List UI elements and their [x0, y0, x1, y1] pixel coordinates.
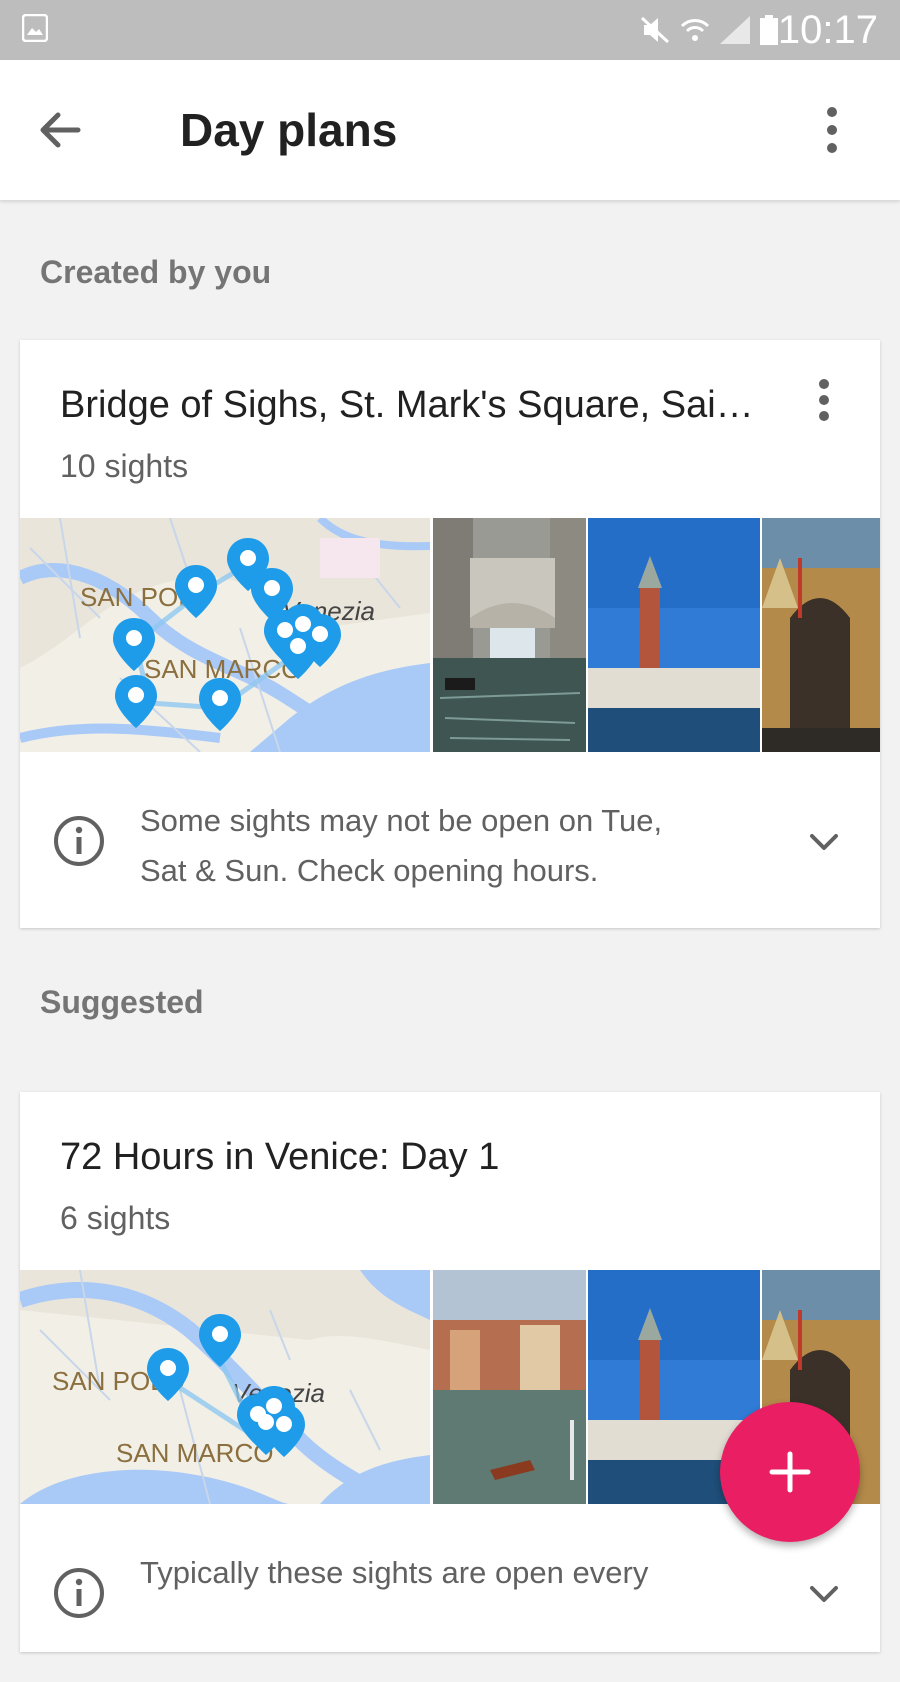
wifi-icon — [680, 19, 710, 41]
photo-basilica — [762, 518, 880, 752]
opening-hours-text: Some sights may not be open on Tue, Sat … — [140, 796, 740, 896]
add-plan-button[interactable] — [720, 1402, 860, 1542]
info-line-2: Sat & Sun. Check opening hours. — [140, 853, 599, 888]
more-vert-icon[interactable] — [804, 102, 860, 158]
plan-sight-count: 10 sights — [60, 448, 189, 484]
plan-strip-graphics: SAN POLO SAN MARCO Venezia — [20, 518, 880, 752]
info-line-1: Some sights may not be open on Tue, — [140, 803, 663, 838]
chevron-down-icon[interactable] — [804, 1574, 844, 1614]
signal-icon — [720, 16, 750, 44]
opening-hours-info[interactable]: Some sights may not be open on Tue, Sat … — [20, 752, 880, 930]
section-suggested-label: Suggested — [40, 984, 204, 1020]
plan-sight-count: 6 sights — [60, 1200, 171, 1236]
page-title: Day plans — [180, 104, 398, 156]
app-bar: Day plans — [0, 60, 900, 200]
map-thumbnail: SAN POLO SAN MARCO Venezia — [20, 1270, 430, 1504]
chevron-down-icon[interactable] — [804, 822, 844, 862]
photo-grand-canal — [433, 1270, 586, 1504]
plus-icon — [769, 1451, 811, 1493]
map-thumbnail: SAN POLO SAN MARCO Venezia — [20, 518, 431, 752]
card-more-vert-icon[interactable] — [804, 376, 844, 424]
gallery-notification-icon — [22, 14, 48, 42]
plan-title: Bridge of Sighs, St. Mark's Square, Sai… — [60, 384, 754, 426]
mute-icon — [640, 16, 670, 44]
status-icons — [638, 14, 780, 46]
info-icon — [54, 1568, 104, 1618]
photo-bridge-of-sighs — [433, 518, 586, 752]
section-created-label: Created by you — [40, 254, 272, 290]
suggested-plan-card[interactable]: 72 Hours in Venice: Day 1 6 sights SAN P… — [20, 1092, 880, 1652]
arrow-back-icon[interactable] — [32, 102, 88, 158]
plan-image-strip[interactable]: SAN POLO SAN MARCO Venezia — [20, 518, 880, 752]
status-bar: 10:17 — [0, 0, 900, 60]
status-time: 10:17 — [777, 8, 878, 52]
photo-campanile — [588, 518, 760, 752]
map-label-san-marco: SAN MARCO — [116, 1438, 273, 1468]
info-line-1: Typically these sights are open every — [140, 1555, 649, 1590]
battery-icon — [760, 15, 778, 45]
opening-hours-text: Typically these sights are open every — [140, 1548, 740, 1598]
created-plan-card[interactable]: Bridge of Sighs, St. Mark's Square, Sai…… — [20, 340, 880, 928]
plan-title: 72 Hours in Venice: Day 1 — [60, 1136, 500, 1178]
info-icon — [54, 816, 104, 866]
